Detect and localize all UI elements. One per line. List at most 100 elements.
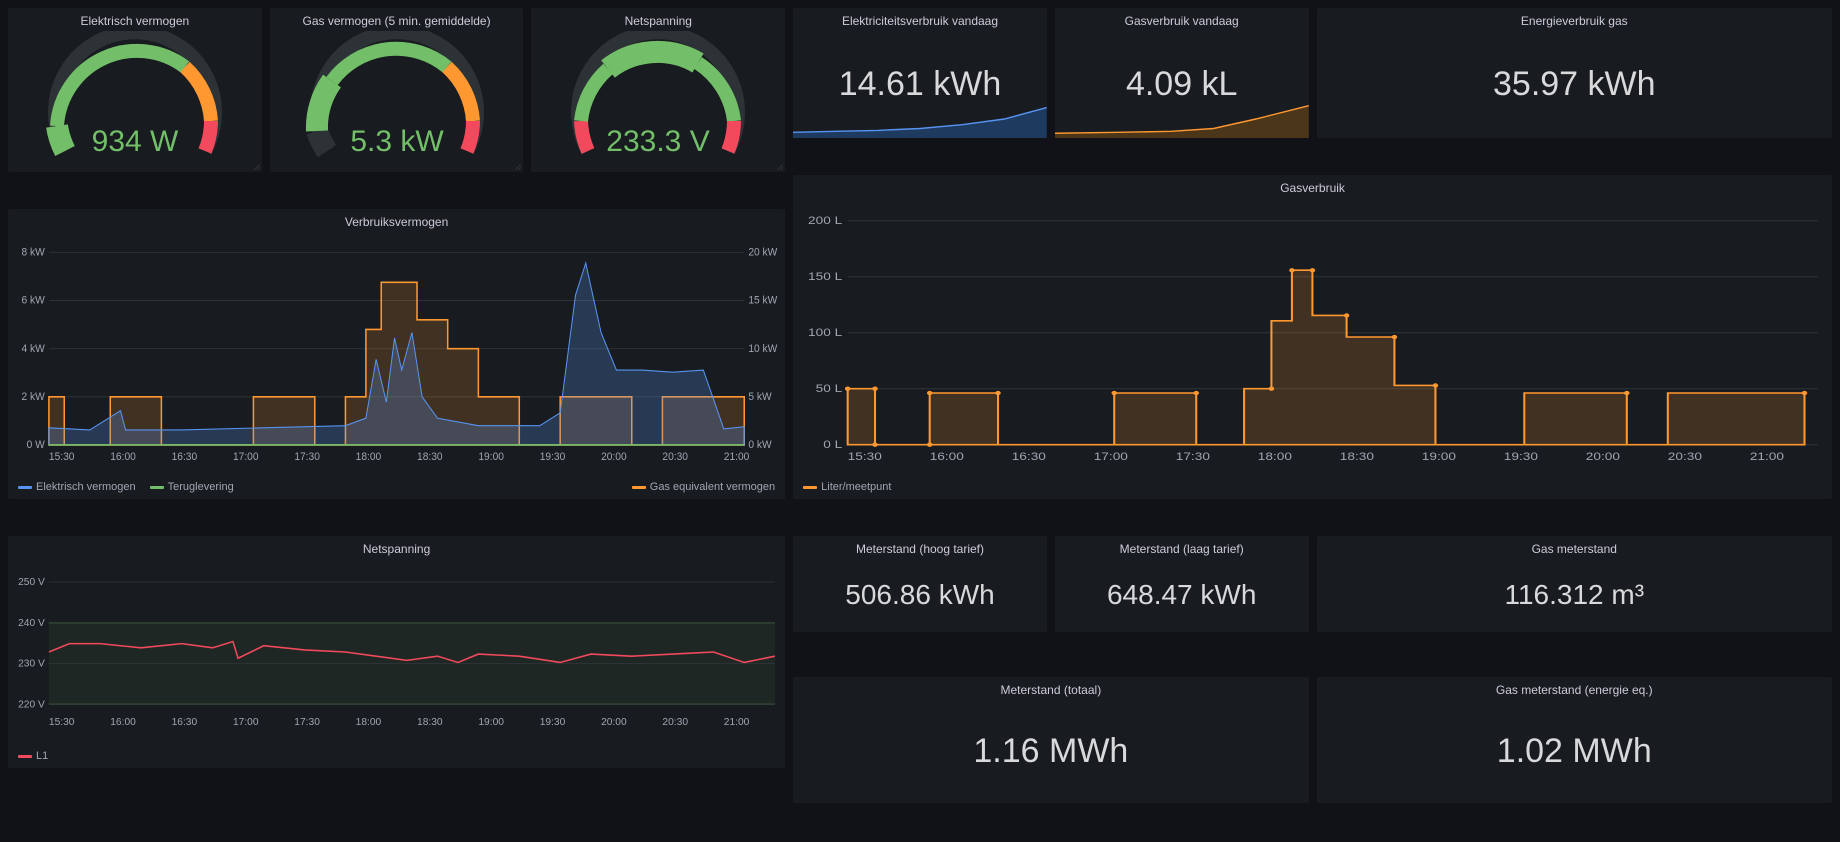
svg-text:18:00: 18:00	[356, 452, 382, 463]
stat-value: 35.97 kWh	[1493, 65, 1656, 104]
svg-text:8 kW: 8 kW	[22, 247, 45, 258]
panel-gasverbruik[interactable]: Gasverbruik 0 L 50 L 100 L 150 L 200 L	[793, 175, 1832, 499]
legend-item-terug[interactable]: Teruglevering	[150, 481, 234, 493]
x-axis: 15:30 16:00 16:30 17:00 17:30 18:00 18:3…	[49, 717, 750, 728]
panel-elec-today[interactable]: Elektriciteitsverbruik vandaag 14.61 kWh	[793, 8, 1047, 138]
panel-energy-gas[interactable]: Energieverbruik gas 35.97 kWh	[1317, 8, 1832, 138]
svg-text:20:30: 20:30	[662, 452, 688, 463]
gauge-value: 233.3 V	[607, 125, 710, 158]
gauge-body: 233.3 V	[531, 30, 785, 172]
y-axis: 220 V 230 V 240 V 250 V	[18, 577, 45, 710]
svg-text:5 kW: 5 kW	[748, 392, 771, 403]
panel-title: Meterstand (laag tarief)	[1055, 536, 1309, 558]
panel-voltage-gauge[interactable]: Netspanning 233.3 V	[531, 8, 785, 172]
panel-gas-stand[interactable]: Gas meterstand 116.312 m³	[1317, 536, 1832, 632]
resize-handle-icon[interactable]	[777, 164, 783, 170]
gauge-value: 934 W	[91, 125, 178, 158]
panel-netspanning-chart[interactable]: Netspanning 220 V 230 V 240 V 250 V	[8, 536, 785, 768]
panel-title: Gas meterstand (energie eq.)	[1317, 677, 1832, 699]
svg-text:6 kW: 6 kW	[22, 296, 45, 307]
svg-text:10 kW: 10 kW	[748, 344, 777, 355]
chart-body[interactable]: 0 L 50 L 100 L 150 L 200 L 15:	[793, 197, 1832, 477]
dashboard-root: Elektrisch vermogen 934 W Gas vermogen (…	[0, 0, 1840, 842]
svg-text:18:00: 18:00	[1258, 450, 1292, 462]
svg-text:250 V: 250 V	[18, 577, 45, 588]
svg-text:19:30: 19:30	[540, 717, 566, 728]
stat-body: 35.97 kWh	[1317, 30, 1832, 138]
svg-text:20:30: 20:30	[1668, 450, 1702, 462]
stat-body: 14.61 kWh	[793, 30, 1047, 138]
legend-item-liter[interactable]: Liter/meetpunt	[803, 481, 891, 493]
panel-title: Gas vermogen (5 min. gemiddelde)	[270, 8, 524, 30]
svg-text:16:30: 16:30	[1012, 450, 1046, 462]
svg-text:21:00: 21:00	[724, 717, 750, 728]
stat-value: 648.47 kWh	[1107, 579, 1256, 611]
svg-text:17:00: 17:00	[233, 452, 259, 463]
chart-body[interactable]: 220 V 230 V 240 V 250 V 15:30 16:00 16:3…	[8, 558, 785, 746]
svg-text:15:30: 15:30	[49, 452, 75, 463]
gauge-svg: 233.3 V	[548, 31, 768, 171]
svg-text:100 L: 100 L	[808, 326, 842, 338]
svg-text:150 L: 150 L	[808, 270, 842, 282]
svg-text:16:00: 16:00	[110, 717, 136, 728]
svg-text:16:00: 16:00	[930, 450, 964, 462]
legend-item-gaseq[interactable]: Gas equivalent vermogen	[632, 481, 775, 493]
svg-text:0 L: 0 L	[823, 438, 842, 450]
panel-gas-power-gauge[interactable]: Gas vermogen (5 min. gemiddelde) 5.3 kW	[270, 8, 524, 172]
svg-text:4 kW: 4 kW	[22, 344, 45, 355]
svg-text:18:30: 18:30	[417, 452, 443, 463]
svg-text:20 kW: 20 kW	[748, 247, 777, 258]
stat-value: 506.86 kWh	[845, 579, 994, 611]
chart-canvas[interactable]: 0 L 50 L 100 L 150 L 200 L 15:	[793, 197, 1832, 477]
chart-legend: Liter/meetpunt	[793, 477, 1832, 499]
x-axis: 15:30 16:00 16:30 17:00 17:30 18:00 18:3…	[49, 452, 750, 463]
svg-text:230 V: 230 V	[18, 659, 45, 670]
panel-title: Elektriciteitsverbruik vandaag	[793, 8, 1047, 30]
panel-title: Meterstand (totaal)	[793, 677, 1308, 699]
panel-elec-power-gauge[interactable]: Elektrisch vermogen 934 W	[8, 8, 262, 172]
svg-text:17:00: 17:00	[1094, 450, 1128, 462]
panel-title: Verbruiksvermogen	[8, 209, 785, 231]
chart-canvas[interactable]: 0 W 2 kW 4 kW 6 kW 8 kW 0 kW 5 kW 10 kW …	[8, 231, 785, 477]
svg-text:50 L: 50 L	[816, 382, 843, 394]
stat-value: 116.312 m³	[1504, 579, 1644, 611]
panel-title: Energieverbruik gas	[1317, 8, 1832, 30]
panel-title: Netspanning	[531, 8, 785, 30]
legend-item-elec[interactable]: Elektrisch vermogen	[18, 481, 136, 493]
gauge-value: 5.3 kW	[350, 125, 444, 158]
svg-text:0 kW: 0 kW	[748, 440, 771, 451]
resize-handle-icon[interactable]	[515, 164, 521, 170]
gauge-body: 5.3 kW	[270, 30, 524, 172]
panel-gas-energy-eq[interactable]: Gas meterstand (energie eq.) 1.02 MWh	[1317, 677, 1832, 803]
svg-text:21:00: 21:00	[1750, 450, 1784, 462]
chart-canvas[interactable]: 220 V 230 V 240 V 250 V 15:30 16:00 16:3…	[8, 558, 785, 746]
svg-text:17:00: 17:00	[233, 717, 259, 728]
gauge-svg: 934 W	[25, 31, 245, 171]
panel-gas-today[interactable]: Gasverbruik vandaag 4.09 kL	[1055, 8, 1309, 138]
panel-title: Gas meterstand	[1317, 536, 1832, 558]
svg-text:15:30: 15:30	[49, 717, 75, 728]
resize-handle-icon[interactable]	[254, 164, 260, 170]
panel-title: Netspanning	[8, 536, 785, 558]
x-axis: 15:30 16:00 16:30 17:00 17:30 18:00 18:3…	[848, 450, 1785, 462]
gauge-svg: 5.3 kW	[287, 31, 507, 171]
svg-text:16:30: 16:30	[172, 452, 198, 463]
stat-body: 4.09 kL	[1055, 30, 1309, 138]
chart-legend: L1	[8, 746, 785, 768]
panel-title: Gasverbruik	[793, 175, 1832, 197]
panel-meter-laag[interactable]: Meterstand (laag tarief) 648.47 kWh	[1055, 536, 1309, 632]
y-axis: 0 L 50 L 100 L 150 L 200 L	[808, 214, 842, 450]
svg-text:18:00: 18:00	[356, 717, 382, 728]
stat-value: 14.61 kWh	[839, 65, 1002, 104]
sparkline	[793, 100, 1047, 138]
svg-text:200 L: 200 L	[808, 214, 842, 226]
svg-text:15:30: 15:30	[848, 450, 882, 462]
panel-verbruiksvermogen[interactable]: Verbruiksvermogen 0 W 2 kW 4 kW 6 kW 8 k…	[8, 209, 785, 499]
legend-item-l1[interactable]: L1	[18, 750, 48, 762]
stat-value: 1.02 MWh	[1497, 732, 1652, 771]
panel-meter-hoog[interactable]: Meterstand (hoog tarief) 506.86 kWh	[793, 536, 1047, 632]
panel-meter-totaal[interactable]: Meterstand (totaal) 1.16 MWh	[793, 677, 1308, 803]
svg-text:17:30: 17:30	[294, 717, 320, 728]
chart-body[interactable]: 0 W 2 kW 4 kW 6 kW 8 kW 0 kW 5 kW 10 kW …	[8, 231, 785, 477]
svg-text:15 kW: 15 kW	[748, 296, 777, 307]
